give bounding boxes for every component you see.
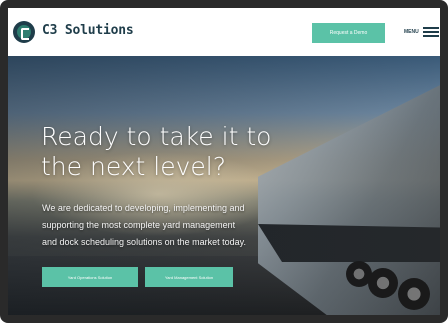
browser-viewport: C3 Solutions Request a Demo MENU Ready t… xyxy=(8,8,440,315)
headline-line-1: Ready to take it to xyxy=(41,122,272,151)
site-header: C3 Solutions Request a Demo MENU xyxy=(8,8,440,56)
menu-button[interactable]: MENU xyxy=(404,24,439,40)
logo-icon[interactable] xyxy=(13,21,35,43)
device-frame: C3 Solutions Request a Demo MENU Ready t… xyxy=(0,0,448,323)
yard-management-button[interactable]: Yard Management Solution xyxy=(145,267,233,287)
menu-label: MENU xyxy=(404,29,419,35)
description-line-2: supporting the most complete yard manage… xyxy=(42,220,236,230)
hero-description: We are dedicated to developing, implemen… xyxy=(42,200,352,251)
brand-name[interactable]: C3 Solutions xyxy=(42,23,134,38)
request-demo-button[interactable]: Request a Demo xyxy=(312,23,385,43)
headline-line-2: the next level? xyxy=(41,152,227,181)
description-line-1: We are dedicated to developing, implemen… xyxy=(42,203,245,213)
hero-headline: Ready to take it to the next level? xyxy=(41,122,341,182)
description-line-3: and dock scheduling solutions on the mar… xyxy=(42,237,246,247)
hamburger-icon xyxy=(422,27,439,37)
yard-operations-button[interactable]: Yard Operations Solution xyxy=(42,267,138,287)
